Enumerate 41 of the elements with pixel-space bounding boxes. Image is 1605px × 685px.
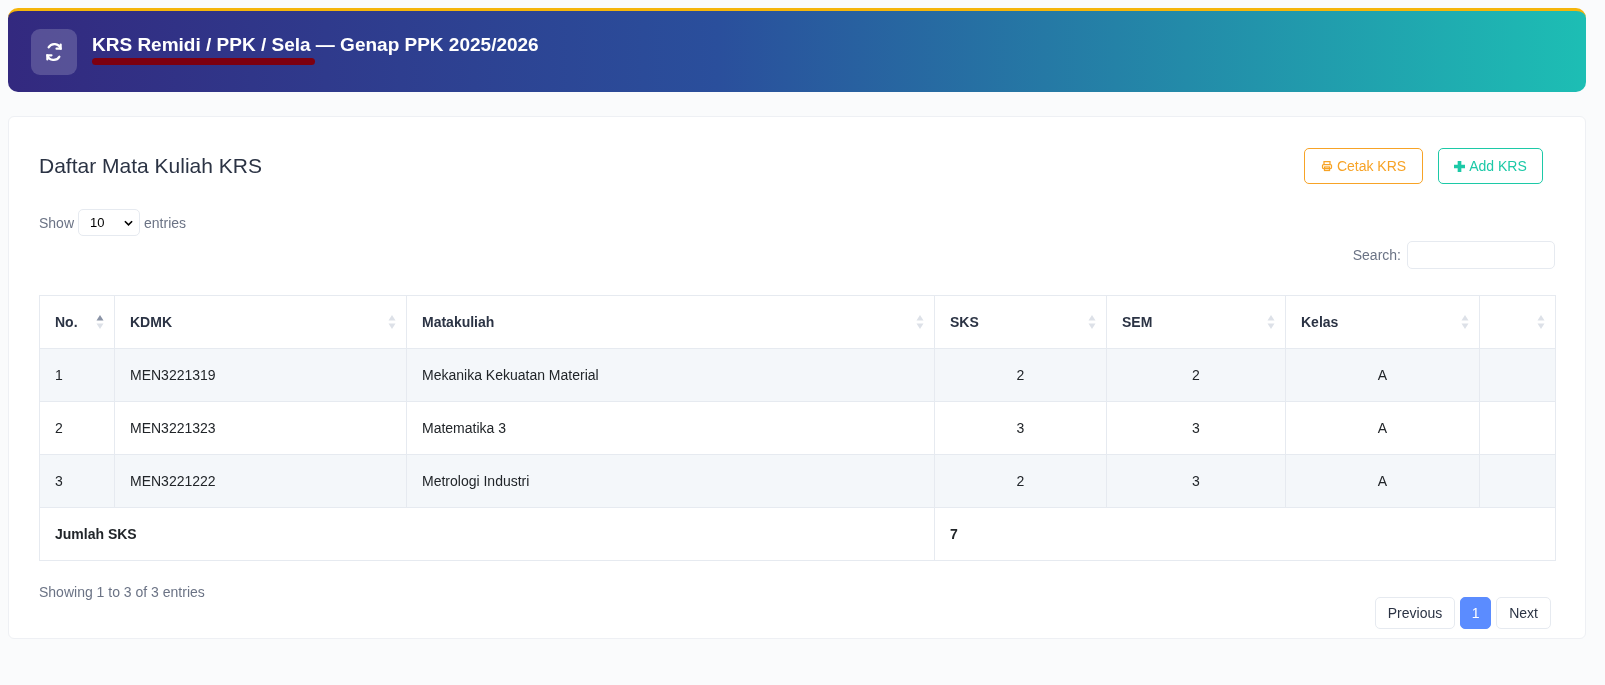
column-header[interactable]: No. <box>39 295 115 349</box>
printer-icon <box>1320 160 1333 172</box>
pagination-button[interactable]: Previous <box>1374 597 1456 629</box>
search-label: Search: <box>1352 247 1401 263</box>
show-label: Show <box>39 214 75 231</box>
pagination-button[interactable]: Next <box>1496 597 1551 629</box>
table-cell: A <box>1285 401 1480 455</box>
column-header[interactable]: Matakuliah <box>406 295 935 349</box>
chevron-down-icon <box>124 219 134 226</box>
table-cell: Jumlah SKS <box>39 507 935 561</box>
entries-label: entries <box>144 214 187 231</box>
table-cell: 1 <box>39 348 115 402</box>
table-cell: Mekanika Kekuatan Material <box>406 348 935 402</box>
entries-select[interactable]: 10 <box>78 209 141 236</box>
table-cell: 2 <box>934 454 1107 508</box>
column-header[interactable]: SEM <box>1106 295 1286 349</box>
table-cell: 3 <box>1106 454 1286 508</box>
column-header[interactable]: KDMK <box>114 295 407 349</box>
table-cell: MEN3221222 <box>114 454 407 508</box>
card-title: Daftar Mata Kuliah KRS <box>39 154 262 178</box>
table-cell: A <box>1285 348 1480 402</box>
search-field[interactable] <box>1407 241 1555 269</box>
table-cell: MEN3221323 <box>114 401 407 455</box>
table-cell: Matematika 3 <box>406 401 935 455</box>
table-cell: 2 <box>1106 348 1286 402</box>
table-cell: 3 <box>934 401 1107 455</box>
refresh-icon <box>31 28 77 75</box>
page-title: KRS Remidi / PPK / Sela — Genap PPK 2025/2026 <box>92 34 539 56</box>
table-cell: 2 <box>39 401 115 455</box>
table-cell: A <box>1285 454 1480 508</box>
table-cell: 3 <box>39 454 115 508</box>
table-cell: 3 <box>1106 401 1286 455</box>
table-cell: Metrologi Industri <box>406 454 935 508</box>
table-cell: 7 <box>934 507 1556 561</box>
entries-info: Showing 1 to 3 of 3 entries <box>39 584 205 600</box>
column-header[interactable]: SKS <box>934 295 1107 349</box>
column-header[interactable]: Kelas <box>1285 295 1480 349</box>
table-cell: 2 <box>934 348 1107 402</box>
table-cell: MEN3221319 <box>114 348 407 402</box>
column-header[interactable] <box>1479 295 1556 349</box>
plus-icon <box>1454 160 1466 172</box>
